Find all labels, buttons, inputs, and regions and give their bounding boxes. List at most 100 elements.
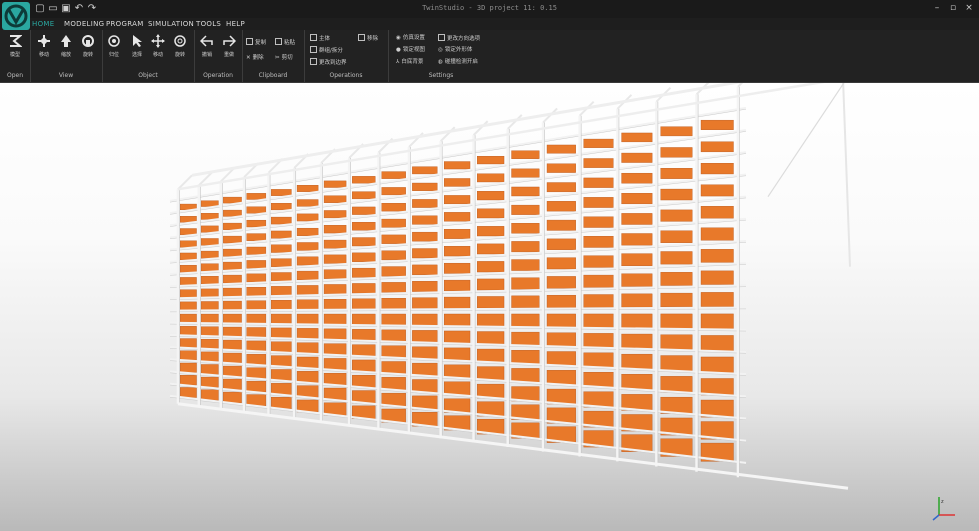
storage-box (271, 258, 292, 267)
storage-box (296, 299, 319, 310)
person-icon: ⅄ (396, 59, 400, 65)
delete-button[interactable]: ✕ 删除 (246, 54, 264, 63)
select-button[interactable]: 选择 (127, 34, 147, 68)
shelf-beam (169, 106, 747, 203)
remove-button[interactable]: 移除 (358, 34, 378, 43)
copy-icon (246, 38, 253, 45)
move-icon (151, 34, 165, 48)
home-position-button[interactable]: 归位 (104, 34, 124, 68)
storage-box (412, 166, 438, 175)
storage-box (246, 313, 267, 324)
storage-box (621, 172, 653, 184)
storage-box (444, 364, 471, 379)
3d-viewport[interactable]: z (0, 83, 979, 531)
storage-box (511, 204, 540, 215)
storage-box (271, 313, 292, 324)
simulation-settings-button[interactable]: ◉ 仿真设置 (396, 34, 425, 43)
undo-button[interactable]: 撤销 (197, 34, 217, 68)
minimize-icon[interactable]: – (930, 2, 944, 14)
tab-simulation[interactable]: SIMULATION (148, 18, 194, 30)
storage-box (412, 248, 438, 259)
storage-box (200, 339, 219, 349)
storage-box (200, 376, 219, 388)
tab-program[interactable]: PROGRAM (106, 18, 144, 30)
storage-box (323, 269, 347, 279)
maximize-icon[interactable]: ▫ (946, 2, 960, 14)
copy-button[interactable]: 复制 (246, 38, 266, 47)
storage-box (296, 270, 319, 281)
storage-box (323, 254, 347, 264)
warehouse-rack-model[interactable] (0, 83, 979, 531)
model-button[interactable]: 模型 (5, 34, 25, 68)
storage-box (621, 374, 653, 390)
object-rotate-button[interactable]: 旋转 (170, 34, 190, 68)
storage-box (444, 178, 471, 187)
storage-box (296, 285, 319, 295)
storage-box (412, 379, 438, 393)
storage-box (660, 230, 693, 243)
storage-box (621, 253, 653, 267)
storage-box (223, 235, 242, 244)
white-background-button[interactable]: ⅄ 白底背景 (396, 58, 423, 67)
storage-box (381, 187, 406, 196)
cut-button[interactable]: ✂ 剪切 (275, 54, 293, 63)
storage-box (660, 209, 693, 222)
storage-box (621, 353, 653, 370)
storage-box (223, 339, 242, 350)
storage-box (200, 288, 219, 298)
storage-box (444, 195, 471, 205)
storage-box (296, 313, 319, 325)
group-object: 归位 选择 移动 旋转 Object (102, 30, 195, 82)
storage-box (412, 346, 438, 360)
storage-box (546, 276, 576, 289)
redo-button[interactable]: 重做 (219, 34, 239, 68)
tab-tools[interactable]: TOOLS (196, 18, 221, 30)
storage-box (660, 147, 693, 158)
storage-box (296, 242, 319, 251)
lock-view-button[interactable]: ● 锁定视图 (396, 46, 425, 55)
storage-box (323, 239, 347, 249)
storage-box (660, 188, 693, 201)
delete-icon: ✕ (246, 55, 251, 61)
main-body-button[interactable]: 主体 (310, 34, 330, 43)
storage-box (583, 333, 614, 348)
storage-box (296, 371, 319, 383)
storage-box (660, 313, 693, 329)
storage-box (381, 298, 406, 309)
storage-box (352, 375, 376, 388)
storage-box (179, 387, 197, 398)
view-zoom-button[interactable]: 缩放 (56, 34, 76, 68)
storage-box (621, 132, 653, 143)
group-view: 移动 缩放 旋转 View (30, 30, 103, 82)
view-pan-button[interactable]: 移动 (34, 34, 54, 68)
change-direction-button[interactable]: 更改方向选项 (438, 34, 480, 43)
tab-help[interactable]: HELP (226, 18, 245, 30)
storage-box (477, 261, 505, 273)
paste-button[interactable]: 粘贴 (275, 38, 295, 47)
storage-box (296, 199, 319, 207)
object-move-button[interactable]: 移动 (148, 34, 168, 68)
storage-box (546, 219, 576, 231)
storage-box (583, 372, 614, 388)
storage-box (546, 332, 576, 347)
storage-box (323, 180, 347, 188)
storage-box (583, 313, 614, 328)
storage-box (660, 292, 693, 308)
group-split-button[interactable]: 群组/拆分 (310, 46, 343, 55)
storage-box (621, 333, 653, 349)
storage-box (223, 261, 242, 270)
storage-box (223, 248, 242, 257)
change-boundary-button[interactable]: 更改到边界 (310, 58, 347, 67)
storage-box (223, 209, 242, 217)
tab-modeling[interactable]: MODELING (64, 18, 104, 30)
cut-icon: ✂ (275, 55, 280, 61)
storage-box (621, 152, 653, 163)
collision-detection-button[interactable]: ◍ 碰撞检测开启 (438, 58, 478, 67)
collision-icon: ◍ (438, 59, 443, 65)
axes-gizmo-icon: z (932, 497, 955, 521)
close-icon[interactable]: × (962, 2, 976, 14)
view-rotate-button[interactable]: 旋转 (78, 34, 98, 68)
lock-shape-button[interactable]: ◎ 锁定外形体 (438, 46, 472, 55)
storage-box (246, 287, 267, 296)
storage-box (511, 295, 540, 309)
